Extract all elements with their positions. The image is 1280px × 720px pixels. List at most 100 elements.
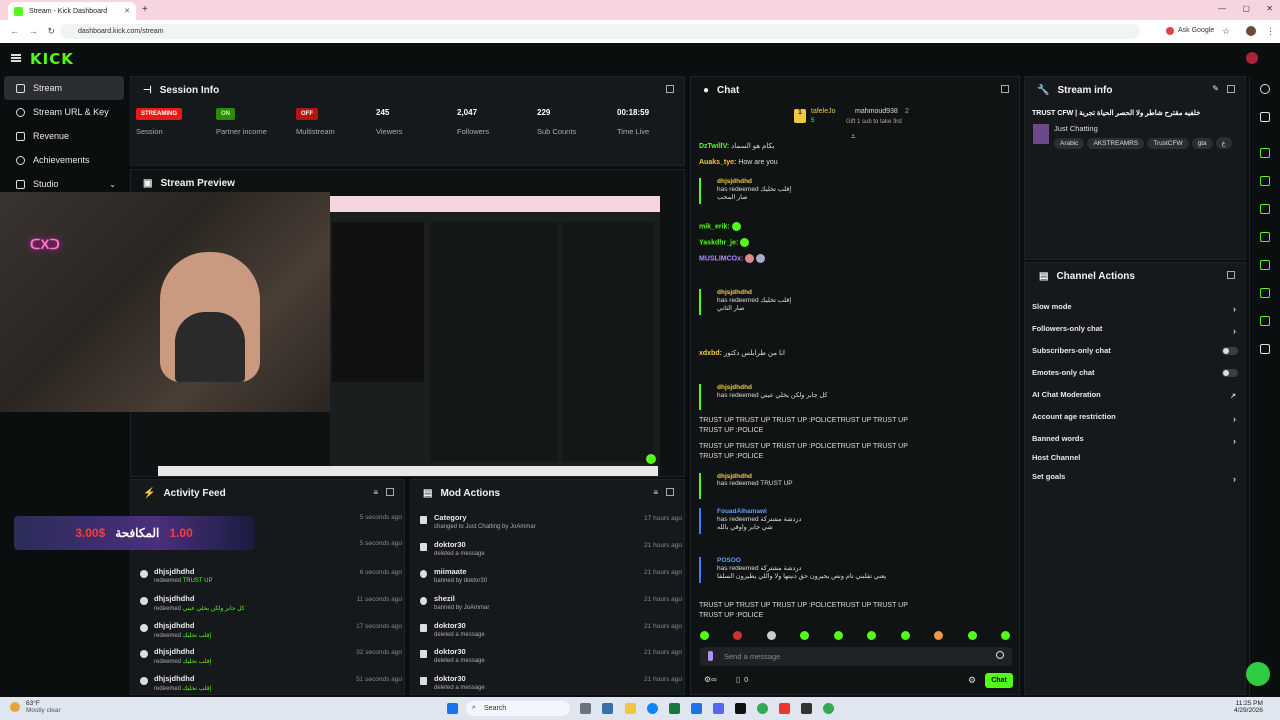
close-tab-icon[interactable]: ✕	[124, 7, 130, 15]
link-rail-icon[interactable]	[1260, 260, 1270, 270]
emote-icon[interactable]	[900, 631, 910, 640]
settings-emote-icon[interactable]: ⚙∞	[704, 675, 717, 684]
emotes-only-action[interactable]: Emotes-only chat	[1032, 368, 1240, 388]
chat-rail-icon[interactable]	[1260, 232, 1270, 242]
moderation-icon[interactable]	[1260, 148, 1270, 158]
taskbar-search[interactable]: ⌕ Search	[466, 701, 570, 716]
chrome-icon[interactable]	[823, 703, 834, 714]
user-badge-icon	[708, 651, 713, 661]
nav-buttons[interactable]: ← → ↻	[10, 26, 55, 37]
emote-icon[interactable]	[833, 631, 843, 640]
wrench-rail-icon[interactable]	[1260, 316, 1270, 326]
app-icon[interactable]	[735, 703, 746, 714]
mod-item: miimaate banned by doktor30 21 hours ago	[420, 567, 682, 594]
app-icon[interactable]	[602, 703, 613, 714]
expand-icon[interactable]	[666, 85, 674, 93]
emote-icon[interactable]	[766, 631, 776, 640]
emote-icon[interactable]	[867, 631, 877, 640]
file-explorer-icon[interactable]	[625, 703, 636, 714]
tag: Arabic	[1054, 138, 1085, 149]
filter-icon[interactable]: ≡	[373, 488, 378, 497]
ask-google-button[interactable]: Ask Google	[1166, 27, 1214, 35]
grid-rail-icon[interactable]	[1260, 288, 1270, 298]
stream-tags: Arabic AKSTREAMRS TrustCFW gta ﻉ	[1054, 136, 1246, 149]
weather-widget[interactable]: 63°F Mostly clear	[26, 700, 61, 714]
emote-icon[interactable]	[967, 631, 977, 640]
app-icon[interactable]	[691, 703, 702, 714]
sidebar-item-achievements[interactable]: Achievements	[4, 148, 124, 172]
bookmark-star-icon[interactable]: ☆	[1222, 26, 1230, 37]
capture-chat	[430, 222, 558, 462]
banned-words-action[interactable]: Banned words ›	[1032, 434, 1240, 454]
edge-icon[interactable]	[647, 703, 658, 714]
emote-icon[interactable]	[934, 631, 944, 640]
excel-icon[interactable]	[669, 703, 680, 714]
subscribers-only-toggle[interactable]	[1222, 347, 1238, 355]
sidebar-item-revenue[interactable]: Revenue	[4, 124, 124, 148]
host-channel-action[interactable]: Host Channel	[1032, 453, 1240, 473]
chat-input[interactable]: Send a message	[700, 647, 1012, 666]
pinned-user-1[interactable]: tafeleJo	[811, 108, 836, 115]
chevron-right-icon: ›	[1233, 474, 1236, 484]
chevron-right-icon: ›	[1233, 326, 1236, 336]
new-tab-button[interactable]: +	[142, 4, 148, 15]
expand-icon[interactable]	[1227, 271, 1235, 279]
kick-logo[interactable]: KICK	[30, 50, 74, 68]
ai-chat-moderation-action[interactable]: AI Chat Moderation ↗	[1032, 390, 1240, 410]
expand-icon[interactable]	[1227, 85, 1235, 93]
chat-settings-icon[interactable]: ⚙	[968, 675, 976, 686]
hamburger-menu-icon[interactable]	[11, 54, 21, 62]
start-icon[interactable]	[447, 703, 458, 714]
tools-icon[interactable]	[1260, 112, 1270, 122]
mod-item: doktor30 deleted a message 21 hours ago	[420, 621, 682, 648]
browser-tab[interactable]: Stream - Kick Dashboard ✕	[8, 2, 136, 20]
address-bar[interactable]: dashboard.kick.com/stream	[60, 24, 1140, 39]
info-icon[interactable]	[1260, 84, 1270, 94]
edit-pencil-icon[interactable]: ✎	[1212, 84, 1219, 93]
slow-mode-action[interactable]: Slow mode ›	[1032, 302, 1240, 322]
task-view-icon[interactable]	[580, 703, 591, 714]
obs-icon[interactable]	[801, 703, 812, 714]
tab-title: Stream - Kick Dashboard	[29, 7, 108, 15]
reward-overlay: 3.00$ المكافحة 1.00	[14, 516, 254, 550]
emoji-icon[interactable]	[996, 651, 1004, 659]
lock-icon: ▯	[736, 675, 741, 684]
search-icon: ⌕	[472, 704, 476, 711]
user-avatar[interactable]	[1246, 52, 1258, 64]
capture-left-panel	[332, 222, 424, 382]
emote-icon[interactable]	[733, 631, 743, 640]
emote-bar[interactable]	[700, 631, 1010, 641]
sidebar-item-stream[interactable]: Stream	[4, 76, 124, 100]
sidebar-item-stream-url-key[interactable]: Stream URL & Key	[4, 100, 124, 124]
emotes-only-toggle[interactable]	[1222, 369, 1238, 377]
followers-only-action[interactable]: Followers-only chat ›	[1032, 324, 1240, 344]
mod-item: doktor30 deleted a message 21 hours ago	[420, 647, 682, 674]
emote-icon[interactable]	[800, 631, 810, 640]
lightning-rail-icon[interactable]	[1260, 176, 1270, 186]
pinned-user-2[interactable]: mahmoud938	[855, 108, 898, 115]
chrome-icon[interactable]	[757, 703, 768, 714]
emote-icon[interactable]	[700, 631, 709, 640]
expand-icon[interactable]	[386, 488, 394, 496]
subscribers-only-action[interactable]: Subscribers-only chat	[1032, 346, 1240, 366]
window-controls[interactable]: — ▢ ✕	[1218, 4, 1273, 13]
emote-icon[interactable]	[1000, 631, 1010, 640]
emote-icon	[731, 222, 741, 231]
set-goals-action[interactable]: Set goals ›	[1032, 472, 1240, 492]
chevron-down-icon: ⌄	[109, 179, 116, 189]
filter-icon[interactable]: ≡	[653, 488, 658, 497]
emote-icon	[740, 238, 750, 247]
browser-menu-icon[interactable]: ⋮	[1266, 26, 1275, 37]
expand-icon[interactable]	[1001, 85, 1009, 93]
apps-rail-icon[interactable]	[1260, 344, 1270, 354]
clock[interactable]: 11:25 PM 4/29/2026	[1234, 700, 1263, 714]
profile-avatar[interactable]	[1246, 26, 1256, 36]
expand-icon[interactable]	[666, 488, 674, 496]
send-chat-button[interactable]: Chat	[985, 673, 1013, 688]
collapse-pinned-icon[interactable]: ⩡	[851, 132, 856, 142]
account-age-action[interactable]: Account age restriction ›	[1032, 412, 1240, 432]
kick-assistant-button[interactable]	[1246, 662, 1270, 686]
document-rail-icon[interactable]	[1260, 204, 1270, 214]
discord-icon[interactable]	[713, 703, 724, 714]
app-icon[interactable]	[779, 703, 790, 714]
